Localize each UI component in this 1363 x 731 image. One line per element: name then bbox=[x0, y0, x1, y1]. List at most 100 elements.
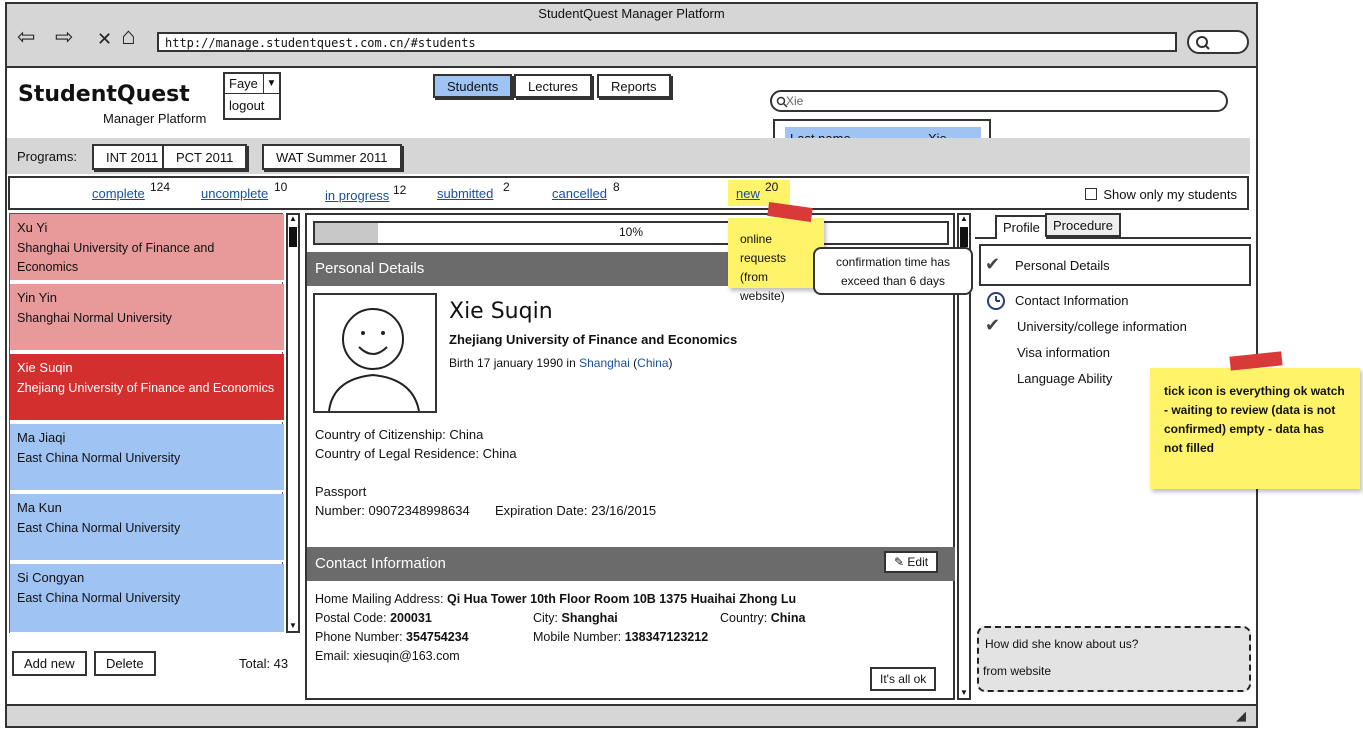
list-item[interactable]: Yin Yin Shanghai Normal University bbox=[10, 284, 284, 352]
scroll-thumb[interactable] bbox=[960, 227, 968, 247]
search-input[interactable]: Xie bbox=[770, 90, 1228, 112]
profile-item-university[interactable]: University/college information bbox=[1017, 319, 1187, 334]
list-item-selected[interactable]: Xie Suqin Zhejiang University of Finance… bbox=[10, 354, 284, 422]
show-mine-checkbox[interactable] bbox=[1085, 188, 1097, 200]
edit-label: Edit bbox=[907, 555, 929, 569]
profile-item-personal[interactable]: Personal Details bbox=[1015, 258, 1110, 273]
student-name: Si Congyan bbox=[17, 570, 85, 585]
check-icon: ✔ bbox=[985, 315, 1001, 335]
search-icon bbox=[776, 96, 788, 111]
status-link-new[interactable]: new bbox=[736, 186, 760, 201]
status-link-complete[interactable]: complete bbox=[92, 186, 145, 201]
browser-toolbar: StudentQuest Manager Platform ⇦ ⇨ ✕ ⌂ ht… bbox=[7, 4, 1256, 68]
postal-value: 200031 bbox=[390, 611, 432, 625]
its-all-ok-button[interactable]: It's all ok bbox=[870, 667, 937, 691]
tab-profile[interactable]: Profile bbox=[995, 215, 1048, 239]
status-count: 124 bbox=[150, 180, 171, 194]
student-university: Shanghai Normal University bbox=[17, 311, 172, 325]
profile-item-visa[interactable]: Visa information bbox=[1017, 345, 1110, 360]
home-icon[interactable]: ⌂ bbox=[121, 25, 136, 49]
user-menu[interactable]: Faye ▼ logout bbox=[223, 72, 281, 120]
status-filter-bar: complete 124 uncomplete 10 in progress 1… bbox=[8, 176, 1249, 210]
chevron-down-icon[interactable]: ▼ bbox=[263, 74, 279, 94]
status-count: 12 bbox=[393, 183, 407, 197]
delete-button[interactable]: Delete bbox=[94, 651, 156, 676]
mobile-value: 138347123212 bbox=[624, 630, 709, 644]
birth-info: Birth 17 january 1990 in Shanghai (China… bbox=[449, 356, 673, 370]
total-count: Total: 43 bbox=[239, 656, 289, 671]
passport-label: Passport bbox=[315, 484, 367, 499]
program-tab-pct2011[interactable]: PCT 2011 bbox=[162, 144, 248, 170]
list-item[interactable]: Xu Yi Shanghai University of Finance and… bbox=[10, 214, 284, 282]
list-item[interactable]: Ma Jiaqi East China Normal University bbox=[10, 424, 284, 492]
status-count: 20 bbox=[765, 180, 779, 194]
country-value: China bbox=[770, 611, 806, 625]
scroll-down-icon[interactable]: ▼ bbox=[289, 622, 297, 630]
logout-link[interactable]: logout bbox=[229, 98, 264, 113]
status-link-cancelled[interactable]: cancelled bbox=[552, 186, 607, 201]
scroll-down-icon[interactable]: ▼ bbox=[960, 689, 968, 697]
list-item[interactable]: Ma Kun East China Normal University bbox=[10, 494, 284, 562]
passport-number: Number: 09072348998634 bbox=[315, 503, 470, 518]
list-scrollbar[interactable]: ▲ ▼ bbox=[286, 213, 300, 633]
profile-item-language[interactable]: Language Ability bbox=[1017, 371, 1112, 386]
student-full-name: Xie Suqin bbox=[449, 299, 553, 324]
student-name: Ma Kun bbox=[17, 500, 62, 515]
tab-lectures[interactable]: Lectures bbox=[514, 74, 592, 98]
referral-box: How did she know about us? from website bbox=[977, 626, 1251, 692]
phone-number: Phone Number: 354754234 bbox=[315, 630, 469, 644]
sticky-note-legend: tick icon is everything ok watch - waiti… bbox=[1150, 368, 1360, 489]
tab-students[interactable]: Students bbox=[433, 74, 513, 98]
forward-icon[interactable]: ⇨ bbox=[55, 26, 73, 48]
scroll-thumb[interactable] bbox=[289, 227, 297, 247]
app-logo: StudentQuest bbox=[18, 82, 190, 107]
browser-search-icon[interactable] bbox=[1187, 30, 1249, 54]
tab-reports[interactable]: Reports bbox=[597, 74, 671, 98]
programs-label: Programs: bbox=[17, 149, 77, 164]
status-link-submitted[interactable]: submitted bbox=[437, 186, 493, 201]
referral-answer: from website bbox=[983, 664, 1052, 678]
birth-city-link[interactable]: Shanghai bbox=[579, 356, 630, 370]
list-item[interactable]: Si Congyan East China Normal University bbox=[10, 564, 284, 634]
app-logo-subtitle: Manager Platform bbox=[103, 111, 207, 126]
user-name: Faye bbox=[229, 76, 258, 91]
student-name: Ma Jiaqi bbox=[17, 430, 66, 445]
city-label: City: bbox=[533, 611, 558, 625]
resize-grip-icon[interactable]: ◢ bbox=[1236, 708, 1246, 724]
add-new-button[interactable]: Add new bbox=[12, 651, 87, 676]
country: Country: China bbox=[720, 611, 805, 625]
url-bar[interactable]: http://manage.studentquest.com.cn/#stude… bbox=[157, 32, 1177, 52]
mobile-number: Mobile Number: 138347123212 bbox=[533, 630, 708, 644]
address-value: Qi Hua Tower 10th Floor Room 10B 1375 Hu… bbox=[447, 592, 797, 606]
student-name: Xu Yi bbox=[17, 220, 48, 235]
program-tab-wat-summer[interactable]: WAT Summer 2011 bbox=[262, 144, 402, 170]
profile-item-contact[interactable]: Contact Information bbox=[1015, 293, 1128, 308]
city-value: Shanghai bbox=[561, 611, 618, 625]
status-count: 2 bbox=[503, 180, 510, 194]
back-icon[interactable]: ⇦ bbox=[17, 26, 35, 48]
scroll-up-icon[interactable]: ▲ bbox=[960, 215, 968, 223]
close-icon[interactable]: ✕ bbox=[97, 28, 112, 50]
window-title: StudentQuest Manager Platform bbox=[538, 6, 725, 21]
country-label: Country: bbox=[720, 611, 768, 625]
progress-label: 10% bbox=[618, 225, 644, 239]
status-link-in-progress[interactable]: in progress bbox=[325, 188, 389, 203]
edit-button[interactable]: ✎ Edit bbox=[884, 551, 939, 573]
check-icon: ✔ bbox=[985, 254, 1001, 274]
student-list: Xu Yi Shanghai University of Finance and… bbox=[9, 213, 284, 634]
scroll-up-icon[interactable]: ▲ bbox=[289, 215, 297, 223]
tab-procedure[interactable]: Procedure bbox=[1045, 213, 1121, 237]
mobile-label: Mobile Number: bbox=[533, 630, 622, 644]
phone-label: Phone Number: bbox=[315, 630, 403, 644]
browser-statusbar: ◢ bbox=[7, 704, 1256, 726]
sticky-note-online: online requests (from website) bbox=[728, 218, 824, 303]
student-university: Zhejiang University of Finance and Econo… bbox=[17, 381, 275, 395]
birth-country-link[interactable]: China bbox=[637, 356, 668, 370]
legal-residence: Country of Legal Residence: China bbox=[315, 446, 517, 461]
watch-icon bbox=[986, 291, 1006, 314]
status-link-uncomplete[interactable]: uncomplete bbox=[201, 186, 268, 201]
student-university: East China Normal University bbox=[17, 521, 181, 535]
passport-expiry: Expiration Date: 23/16/2015 bbox=[495, 503, 657, 518]
program-tab-int2011[interactable]: INT 2011 bbox=[92, 144, 173, 170]
show-mine-label: Show only my students bbox=[1103, 187, 1237, 202]
